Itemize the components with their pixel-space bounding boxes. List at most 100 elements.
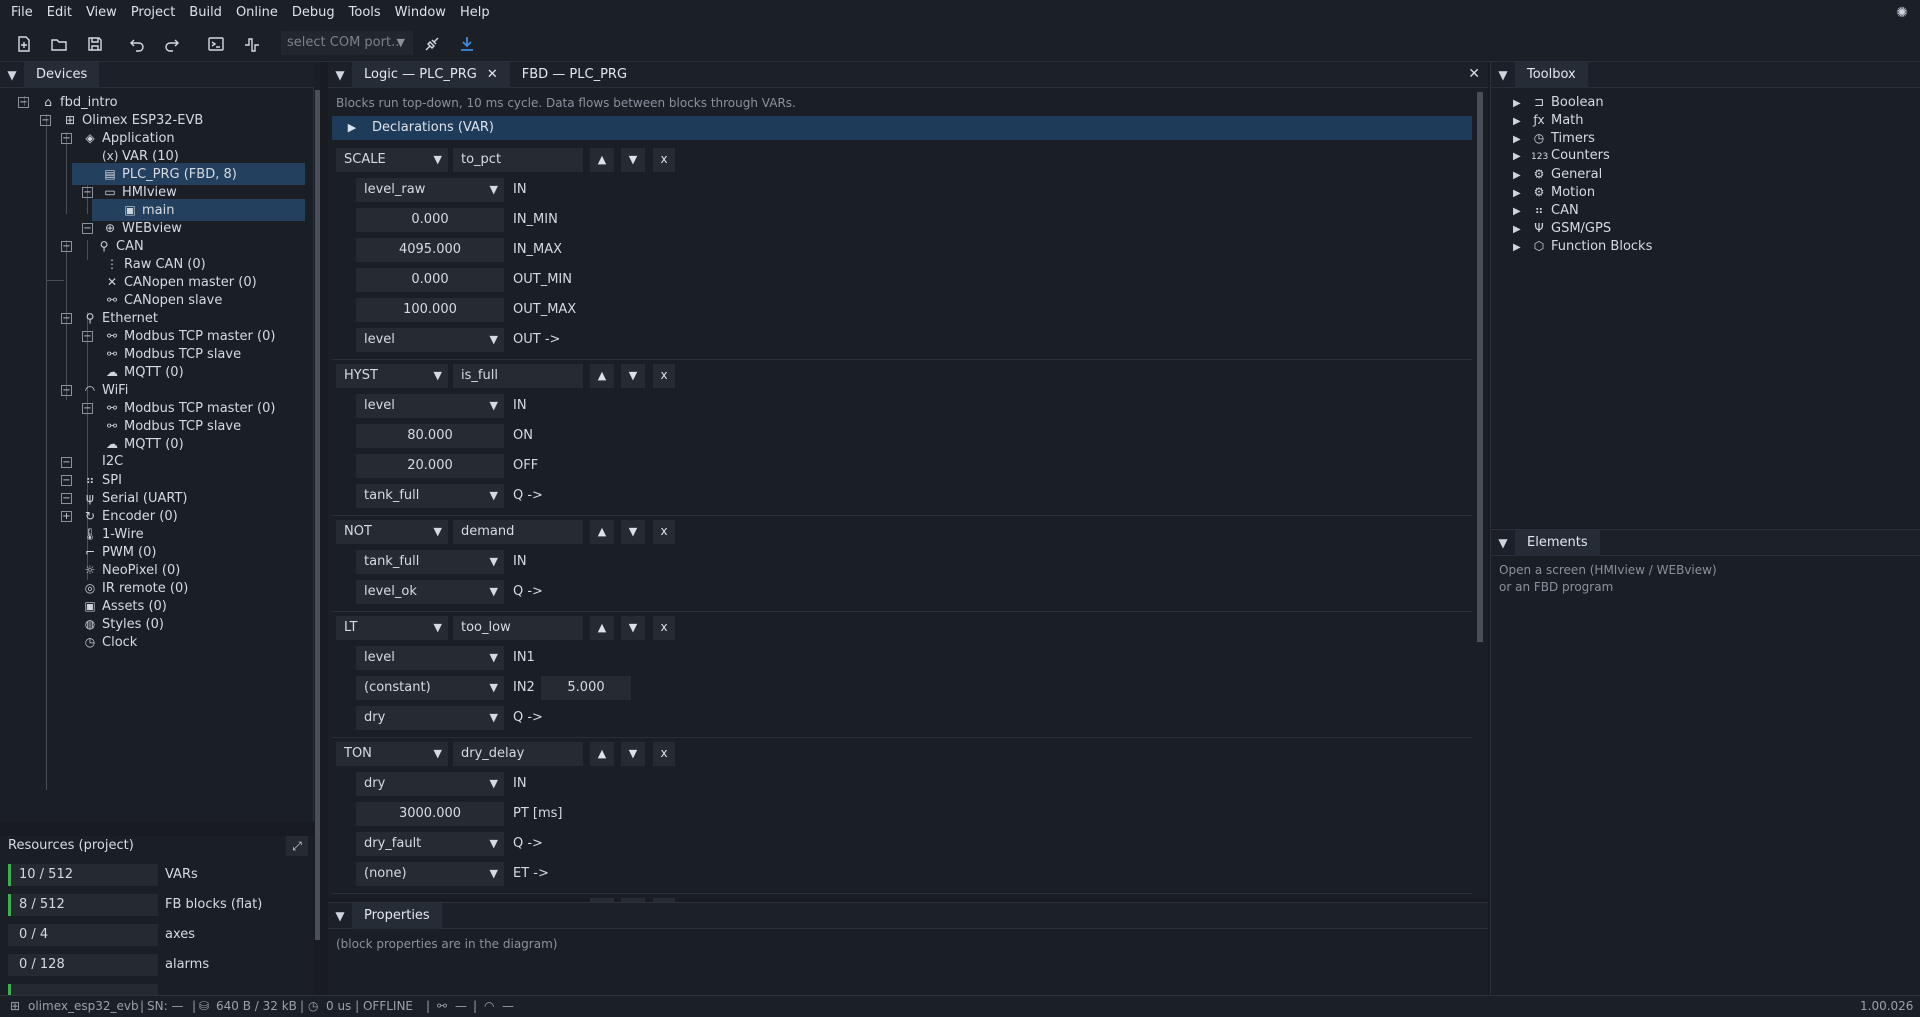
collapse-toggle[interactable]: − <box>82 223 93 234</box>
close-icon[interactable]: ✕ <box>487 67 498 82</box>
var-select[interactable]: (constant) ▼ <box>356 676 504 700</box>
menu-project[interactable]: Project <box>124 0 182 26</box>
menu-help[interactable]: Help <box>453 0 497 26</box>
port-label: OUT_MAX <box>513 302 577 317</box>
menu-online[interactable]: Online <box>229 0 285 26</box>
panel-menu-icon[interactable]: ▼ <box>328 68 352 82</box>
delete-block-button[interactable]: x <box>653 364 675 388</box>
menu-debug[interactable]: Debug <box>285 0 342 26</box>
tab-toolbox[interactable]: Toolbox <box>1515 61 1588 88</box>
block-name-input[interactable]: dry_delay <box>453 742 583 766</box>
step-icon[interactable] <box>241 33 263 55</box>
collapse-toggle[interactable]: − <box>82 187 93 198</box>
move-up-button[interactable]: ▲ <box>590 520 614 544</box>
collapse-toggle[interactable]: − <box>61 241 72 252</box>
collapse-toggle[interactable]: − <box>61 475 72 486</box>
value-input[interactable]: 0.000 <box>356 208 504 232</box>
block-name-input[interactable]: demand <box>453 520 583 544</box>
block-type-select[interactable]: SCALE ▼ <box>336 148 448 172</box>
block-name-input[interactable]: too_low <box>453 616 583 640</box>
tree-item-clock[interactable]: ◷ Clock <box>82 631 138 653</box>
new-file-icon[interactable] <box>13 33 35 55</box>
tab-fbd[interactable]: FBD — PLC_PRG <box>510 62 639 88</box>
move-up-button[interactable]: ▲ <box>590 364 614 388</box>
block-type-select[interactable]: HYST ▼ <box>336 364 448 388</box>
logic-scrollbar[interactable] <box>1476 92 1484 892</box>
collapse-toggle[interactable]: − <box>82 331 93 342</box>
move-down-button[interactable]: ▼ <box>621 616 645 640</box>
move-down-button[interactable]: ▼ <box>621 742 645 766</box>
expand-toggle[interactable]: + <box>61 511 72 522</box>
block-type-select[interactable]: LT ▼ <box>336 616 448 640</box>
collapse-toggle[interactable]: − <box>61 133 72 144</box>
value-input[interactable]: 20.000 <box>356 454 504 478</box>
connect-icon[interactable] <box>421 33 443 55</box>
panel-menu-icon[interactable]: ▼ <box>1491 68 1515 82</box>
delete-block-button[interactable]: x <box>653 148 675 172</box>
expand-icon[interactable]: ⤢ <box>286 836 308 856</box>
menu-view[interactable]: View <box>79 0 124 26</box>
var-select[interactable]: level_ok ▼ <box>356 580 504 604</box>
constant-input[interactable]: 5.000 <box>541 676 631 700</box>
collapse-toggle[interactable]: − <box>61 385 72 396</box>
move-down-button[interactable]: ▼ <box>621 520 645 544</box>
move-down-button[interactable]: ▼ <box>621 364 645 388</box>
panel-menu-icon[interactable]: ▼ <box>1491 536 1515 550</box>
collapse-toggle[interactable]: − <box>61 313 72 324</box>
var-select[interactable]: level ▼ <box>356 394 504 418</box>
com-port-select[interactable]: select COM port.. ▼ <box>281 31 413 55</box>
devices-scrollbar[interactable] <box>314 62 320 940</box>
menu-build[interactable]: Build <box>182 0 229 26</box>
menu-edit[interactable]: Edit <box>40 0 79 26</box>
terminal-icon[interactable] <box>205 33 227 55</box>
panel-menu-icon[interactable]: ▼ <box>0 68 24 82</box>
var-select[interactable]: level ▼ <box>356 328 504 352</box>
var-select[interactable]: (none) ▼ <box>356 862 504 886</box>
move-up-button[interactable]: ▲ <box>590 616 614 640</box>
block-type-select[interactable]: TON ▼ <box>336 742 448 766</box>
menu-tools[interactable]: Tools <box>342 0 388 26</box>
var-select[interactable]: tank_full ▼ <box>356 484 504 508</box>
block-type-select[interactable]: NOT ▼ <box>336 520 448 544</box>
var-select[interactable]: tank_full ▼ <box>356 550 504 574</box>
delete-block-button[interactable]: x <box>653 616 675 640</box>
value-input[interactable]: 3000.000 <box>356 802 504 826</box>
collapse-toggle[interactable]: − <box>18 97 29 108</box>
open-folder-icon[interactable] <box>48 33 70 55</box>
move-down-button[interactable]: ▼ <box>621 148 645 172</box>
value-input[interactable]: 0.000 <box>356 268 504 292</box>
block-name-input[interactable]: is_full <box>453 364 583 388</box>
redo-icon[interactable] <box>161 33 183 55</box>
toolbox-item-function-blocks[interactable]: ▶ ⬡ Function Blocks <box>1513 235 1652 257</box>
delete-block-button[interactable]: x <box>653 520 675 544</box>
menu-file[interactable]: File <box>4 0 40 26</box>
value-input[interactable]: 80.000 <box>356 424 504 448</box>
declarations-header[interactable]: ▶ Declarations (VAR) <box>332 116 1472 140</box>
move-up-button[interactable]: ▲ <box>590 148 614 172</box>
move-up-button[interactable]: ▲ <box>590 742 614 766</box>
var-select[interactable]: dry ▼ <box>356 706 504 730</box>
tab-elements[interactable]: Elements <box>1515 529 1600 556</box>
var-select[interactable]: dry_fault ▼ <box>356 832 504 856</box>
value-input[interactable]: 100.000 <box>356 298 504 322</box>
save-icon[interactable] <box>84 33 106 55</box>
var-select[interactable]: level_raw ▼ <box>356 178 504 202</box>
close-panel-icon[interactable]: ✕ <box>1468 66 1480 82</box>
menu-window[interactable]: Window <box>388 0 453 26</box>
download-icon[interactable] <box>456 33 478 55</box>
tab-logic[interactable]: Logic — PLC_PRG ✕ <box>352 61 510 88</box>
tab-properties[interactable]: Properties <box>352 902 442 929</box>
collapse-toggle[interactable]: − <box>40 115 51 126</box>
value-input[interactable]: 4095.000 <box>356 238 504 262</box>
panel-menu-icon[interactable]: ▼ <box>328 909 352 923</box>
var-select[interactable]: level ▼ <box>356 646 504 670</box>
undo-icon[interactable] <box>126 33 148 55</box>
bug-icon[interactable]: ✺ <box>1894 5 1910 21</box>
collapse-toggle[interactable]: − <box>61 493 72 504</box>
delete-block-button[interactable]: x <box>653 742 675 766</box>
tab-devices[interactable]: Devices <box>24 61 100 88</box>
collapse-toggle[interactable]: − <box>82 403 93 414</box>
block-name-input[interactable]: to_pct <box>453 148 583 172</box>
collapse-toggle[interactable]: − <box>61 457 72 468</box>
var-select[interactable]: dry ▼ <box>356 772 504 796</box>
